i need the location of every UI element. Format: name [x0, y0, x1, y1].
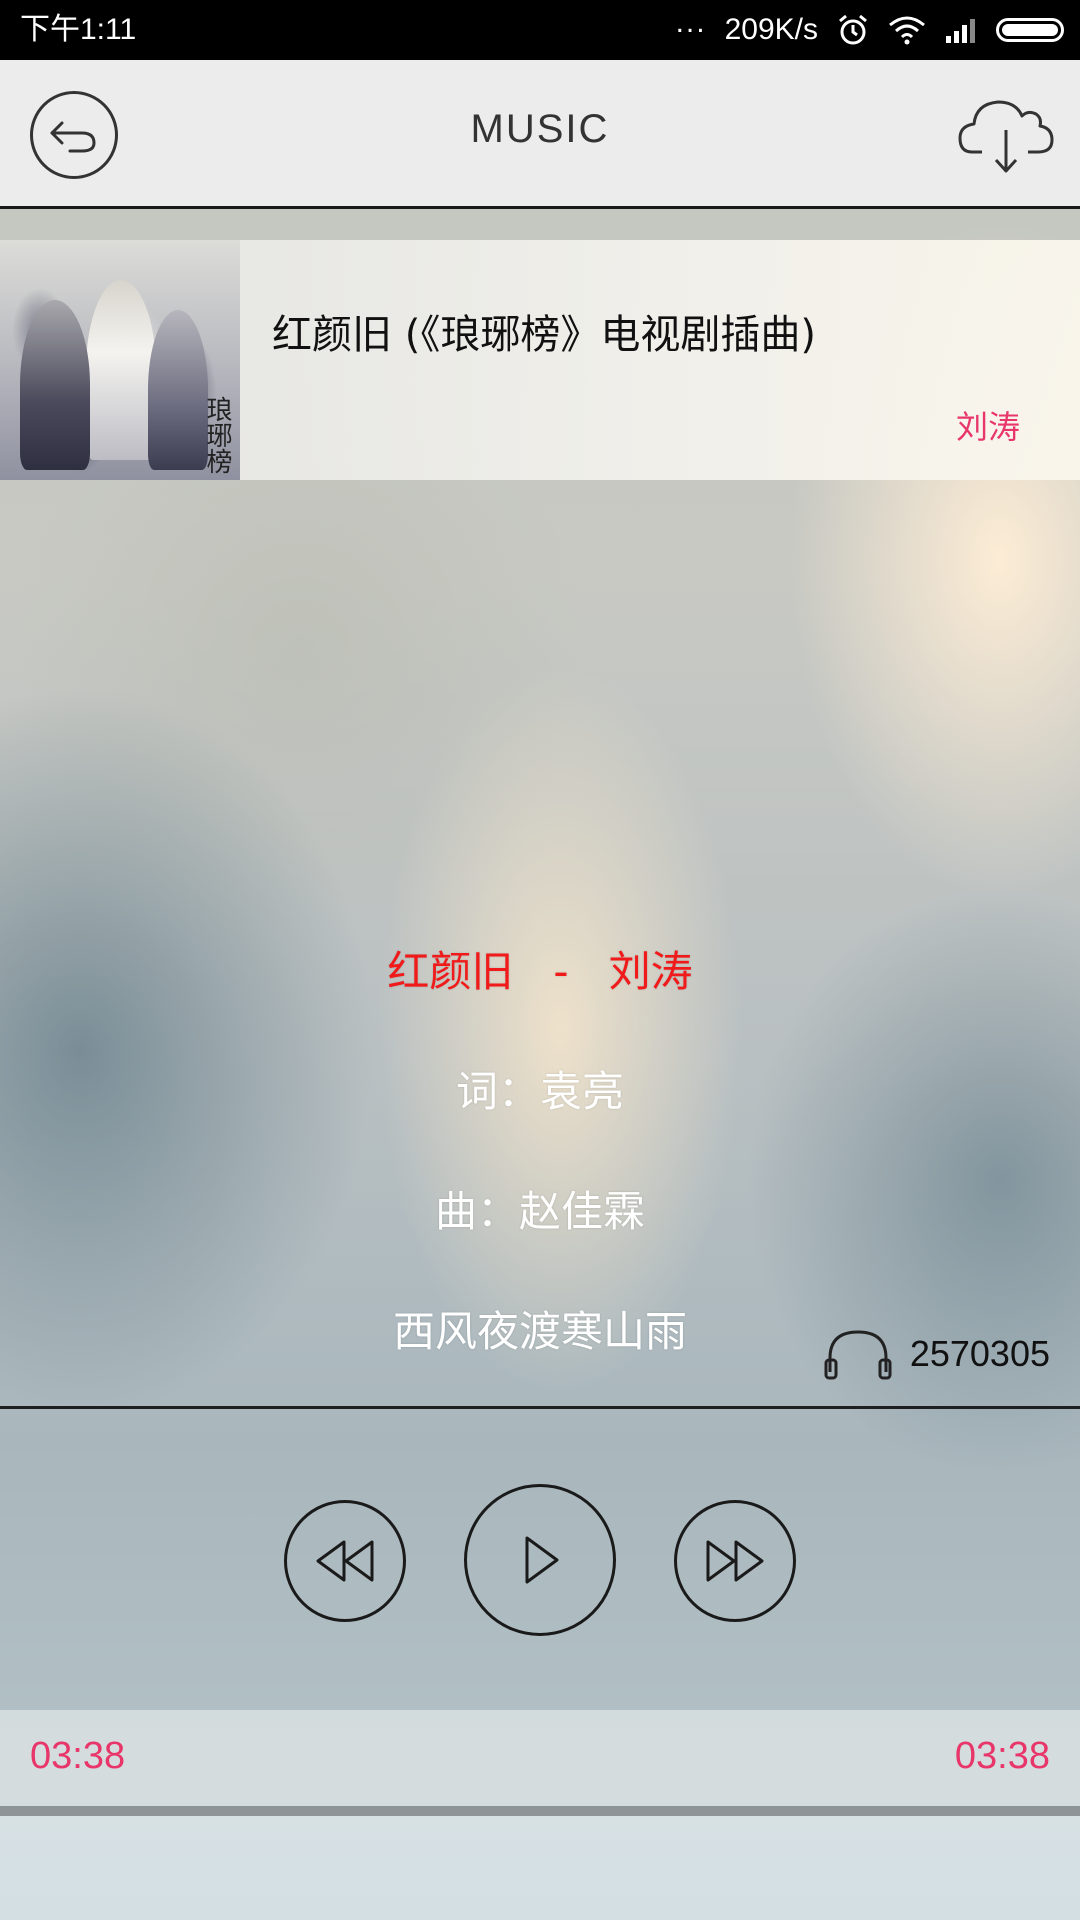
cover-figure [20, 300, 90, 470]
lyric-artist: 刘涛 [608, 947, 693, 996]
lyric-line: 曲：赵佳霖 [434, 1187, 645, 1236]
total-duration: 03:38 [954, 1735, 1050, 1777]
headphones-icon [824, 1330, 892, 1380]
cover-logo: 琅琊榜 [202, 396, 232, 474]
play-count-value: 2570305 [909, 1333, 1050, 1374]
next-button[interactable] [674, 1500, 796, 1622]
previous-button[interactable] [284, 1500, 406, 1622]
progress-bar[interactable] [0, 1806, 1080, 1816]
fast-forward-icon [706, 1540, 764, 1582]
page-title: MUSIC [470, 107, 610, 151]
time-bar: 03:38 03:38 [0, 1710, 1080, 1806]
album-cover: 琅琊榜 [0, 240, 240, 480]
cover-figure [86, 280, 156, 460]
play-count: 2570305 [822, 1326, 1050, 1382]
song-artist[interactable]: 刘涛 [956, 402, 1020, 448]
song-info[interactable]: 琅琊榜 红颜旧 (《琅琊榜》电视剧插曲) 刘涛 [0, 240, 1080, 480]
wifi-icon [889, 16, 925, 45]
rewind-icon [316, 1540, 374, 1582]
divider [0, 1406, 1080, 1409]
play-button[interactable] [464, 1484, 616, 1636]
download-button[interactable] [958, 94, 1054, 174]
lyric-line: 词：袁亮 [455, 1067, 624, 1116]
play-icon [525, 1536, 559, 1584]
lyric-line-active: 红颜旧 - 刘涛 [0, 938, 1080, 999]
current-time: 03:38 [30, 1735, 126, 1777]
song-title: 红颜旧 (《琅琊榜》电视剧插曲) [272, 312, 816, 358]
more-dots: ... [675, 6, 707, 39]
status-icons: ... 209K/s [676, 6, 1064, 50]
lyric-dash: - [553, 947, 569, 996]
lyric-song: 红颜旧 [387, 947, 514, 996]
battery-icon [996, 18, 1064, 42]
app-header: MUSIC [0, 60, 1080, 209]
progress-fill [0, 1806, 1080, 1816]
bottom-area [0, 1816, 1080, 1920]
network-speed: 209K/s [724, 13, 818, 46]
alarm-icon [839, 14, 867, 45]
cloud-download-icon [958, 100, 1054, 173]
status-time: 下午1:11 [20, 13, 137, 46]
signal-icon [946, 19, 975, 43]
status-bar: 下午1:11 ... 209K/s [0, 0, 1080, 60]
cover-figure [148, 310, 208, 470]
